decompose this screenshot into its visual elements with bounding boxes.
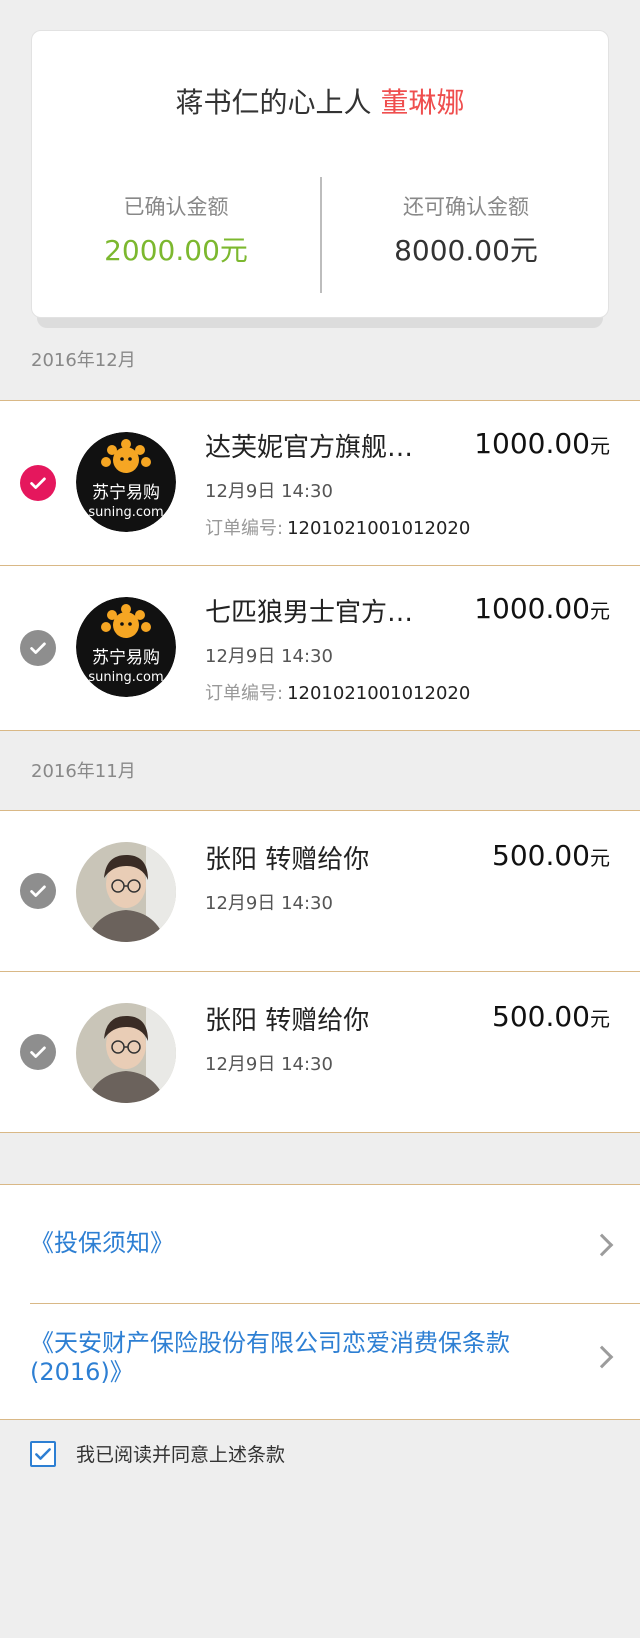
svg-text:苏宁易购: 苏宁易购 [92,648,160,668]
terms-divider [30,1303,640,1304]
item-amount: 1000.00元 [474,427,610,460]
agree-label: 我已阅读并同意上述条款 [76,1444,286,1466]
select-checkbox[interactable] [20,465,56,501]
list-item[interactable]: 张阳 转赠给你 500.00元 12月9日 14:30 [0,972,640,1132]
user-photo-icon [76,842,176,942]
select-checkbox[interactable] [20,1034,56,1070]
order-label: 订单编号: [205,518,284,539]
amount-value: 1000.00 [474,592,590,625]
terms-section: 《投保须知》 《天安财产保险股份有限公司恋爱消费保条款(2016)》 [0,1184,640,1420]
item-order: 订单编号: 1201021001012020 [205,679,470,705]
check-icon [30,477,46,489]
order-number: 1201021001012020 [287,683,471,704]
card-title: 蒋书仁的心上人 董琳娜 [32,81,608,121]
terms-link-clause[interactable]: 《天安财产保险股份有限公司恋爱消费保条款(2016)》 [30,1329,640,1387]
card-title-prefix: 蒋书仁的心上人 [175,86,372,119]
check-icon [35,1447,51,1460]
item-title: 七匹狼男士官方… [205,598,414,628]
remaining-value: 8000.00元 [394,234,538,267]
amount-value: 500.00 [492,1000,590,1033]
check-icon [30,885,46,897]
order-list-dec: 苏宁易购 suning.com 达芙妮官方旗舰… 1000.00元 12月9日 … [0,400,640,731]
suning-logo: 苏宁易购 suning.com [76,597,176,697]
suning-logo-icon: 苏宁易购 suning.com [76,597,176,697]
summary-card-body: 蒋书仁的心上人 董琳娜 已确认金额 2000.00元 还可确认金额 8000.0… [31,30,609,318]
terms-link-notice[interactable]: 《投保须知》 [30,1229,640,1258]
item-time: 12月9日 14:30 [205,1054,333,1075]
amount-value: 1000.00 [474,427,590,460]
card-title-name: 董琳娜 [380,86,465,119]
check-icon [30,1046,46,1058]
order-label: 订单编号: [205,683,284,704]
item-title: 张阳 转赠给你 [205,1006,370,1036]
item-amount: 500.00元 [492,1000,610,1033]
svg-text:suning.com: suning.com [88,505,163,520]
suning-logo: 苏宁易购 suning.com [76,432,176,532]
user-photo-icon [76,1003,176,1103]
avatar [76,842,176,942]
confirmed-label: 已确认金额 [123,195,229,219]
select-checkbox[interactable] [20,873,56,909]
terms-link-clause-text[interactable]: 《天安财产保险股份有限公司恋爱消费保条款(2016)》 [30,1329,570,1387]
month-header-dec: 2016年12月 [31,350,136,371]
remaining-stat: 还可确认金额 8000.00元 [322,191,610,269]
remaining-label: 还可确认金额 [403,195,529,219]
check-icon [30,642,46,654]
confirmed-value: 2000.00元 [104,234,248,267]
item-order: 订单编号: 1201021001012020 [205,514,470,540]
transfer-list-nov: 张阳 转赠给你 500.00元 12月9日 14:30 张阳 转赠给你 500.… [0,810,640,1133]
item-title: 达芙妮官方旗舰… [205,433,414,463]
suning-logo-icon: 苏宁易购 suning.com [76,432,176,532]
item-time: 12月9日 14:30 [205,646,333,667]
amount-unit: 元 [590,599,610,623]
item-amount: 500.00元 [492,839,610,872]
chevron-right-icon [590,1233,614,1257]
item-time: 12月9日 14:30 [205,481,333,502]
select-checkbox[interactable] [20,630,56,666]
amount-unit: 元 [590,1007,610,1031]
agree-checkbox[interactable] [30,1440,56,1467]
item-title: 张阳 转赠给你 [205,845,370,875]
amount-unit: 元 [590,846,610,870]
amount-unit: 元 [590,434,610,458]
chevron-right-icon [590,1345,614,1369]
summary-card: 蒋书仁的心上人 董琳娜 已确认金额 2000.00元 还可确认金额 8000.0… [31,30,609,328]
svg-text:苏宁易购: 苏宁易购 [92,483,160,503]
item-time: 12月9日 14:30 [205,893,333,914]
item-amount: 1000.00元 [474,592,610,625]
list-item[interactable]: 张阳 转赠给你 500.00元 12月9日 14:30 [0,811,640,972]
order-number: 1201021001012020 [287,518,471,539]
terms-link-notice-text[interactable]: 《投保须知》 [30,1229,570,1258]
confirmed-stat: 已确认金额 2000.00元 [32,191,320,269]
avatar [76,1003,176,1103]
list-item[interactable]: 苏宁易购 suning.com 达芙妮官方旗舰… 1000.00元 12月9日 … [0,401,640,566]
agree-row[interactable]: 我已阅读并同意上述条款 [30,1440,285,1467]
list-item[interactable]: 苏宁易购 suning.com 七匹狼男士官方… 1000.00元 12月9日 … [0,566,640,730]
svg-text:suning.com: suning.com [88,670,163,685]
month-header-nov: 2016年11月 [31,761,136,782]
amount-value: 500.00 [492,839,590,872]
